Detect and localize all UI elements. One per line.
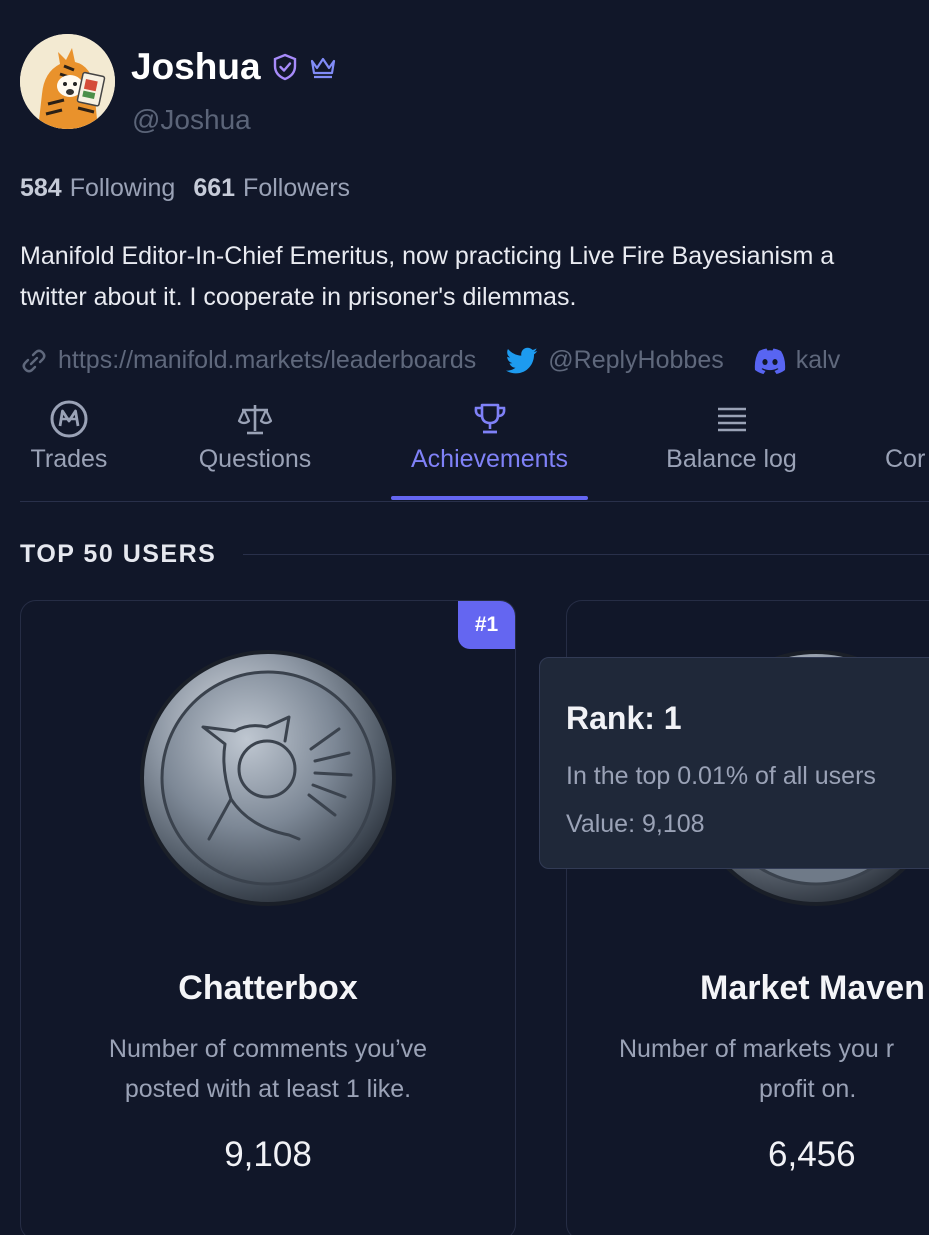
achievement-card-chatterbox[interactable]: #1 Chatterbox Number of comments you’ve … [20, 600, 516, 1235]
achievement-title: Chatterbox [178, 969, 358, 1007]
achievement-description: Number of comments you’ve posted with at… [61, 1029, 475, 1109]
chatterbox-medal-icon [139, 649, 397, 907]
tab-label: Achievements [410, 445, 569, 473]
tab-label: Questions [198, 445, 312, 473]
tab-comments[interactable]: Cor [885, 395, 929, 474]
profile-links: https://manifold.markets/leaderboards @R… [20, 346, 840, 375]
discord-link[interactable]: kalv [754, 346, 840, 375]
description-line: Number of comments you’ve [108, 1035, 428, 1063]
tab-label: Balance log [666, 445, 797, 473]
profile-page: Joshua @Joshua 584 Following 661 Followe… [0, 0, 929, 1235]
achievement-title: Market Maven [700, 969, 925, 1007]
list-icon [716, 395, 748, 443]
achievement-value: 6,456 [768, 1135, 856, 1174]
section-divider [243, 554, 929, 555]
tooltip-title: Rank: 1 [566, 700, 682, 736]
discord-icon [754, 348, 785, 374]
profile-name-text: Joshua [131, 46, 261, 87]
twitter-bird-icon [506, 347, 538, 373]
twitter-link[interactable]: @ReplyHobbes [506, 346, 724, 375]
profile-handle: @Joshua [132, 104, 251, 135]
website-link[interactable]: https://manifold.markets/leaderboards [20, 346, 476, 375]
rank-badge: #1 [458, 601, 515, 649]
followers-label: Followers [243, 174, 351, 202]
followers-count: 661 [193, 174, 236, 202]
tab-label: Cor [885, 445, 926, 473]
mana-coin-icon [49, 395, 89, 443]
profile-bio: Manifold Editor-In-Chief Emeritus, now p… [20, 236, 929, 318]
following-link[interactable]: 584 Following [20, 174, 175, 203]
tabs-divider [20, 501, 929, 502]
rank-tooltip: Rank: 1 In the top 0.01% of all users Va… [539, 657, 929, 869]
section-title: TOP 50 USERS [20, 540, 217, 568]
achievement-value: 9,108 [224, 1135, 312, 1174]
tooltip-percentile: In the top 0.01% of all users [566, 762, 876, 790]
description-line: profit on. [759, 1075, 857, 1103]
bio-line: twitter about it. I cooperate in prisone… [20, 283, 577, 311]
avatar[interactable] [20, 34, 115, 129]
link-icon [22, 349, 46, 372]
profile-name: Joshua [131, 46, 337, 88]
trophy-icon [472, 395, 508, 443]
following-label: Following [69, 174, 176, 202]
crown-icon [309, 53, 337, 81]
twitter-text: @ReplyHobbes [548, 346, 724, 374]
tab-achievements[interactable]: Achievements [391, 395, 588, 474]
scale-icon [237, 395, 273, 443]
tab-balance-log[interactable]: Balance log [660, 395, 803, 474]
tooltip-value: Value: 9,108 [566, 810, 705, 838]
bio-line: Manifold Editor-In-Chief Emeritus, now p… [20, 242, 835, 270]
description-line: posted with at least 1 like. [124, 1075, 412, 1103]
discord-text: kalv [795, 346, 841, 374]
followers-link[interactable]: 661 Followers [193, 174, 350, 203]
tab-trades[interactable]: Trades [27, 395, 111, 474]
achievement-description: Number of markets you r profit on. [567, 1029, 895, 1109]
profile-tabs: Trades Questions Achievements Balance lo… [0, 395, 929, 502]
following-count: 584 [20, 174, 62, 202]
website-text: https://manifold.markets/leaderboards [58, 346, 477, 374]
active-tab-indicator [391, 496, 588, 500]
tab-label: Trades [30, 445, 108, 473]
tab-questions[interactable]: Questions [191, 395, 319, 474]
description-line: Number of markets you r [619, 1035, 895, 1063]
follow-stats: 584 Following 661 Followers [20, 174, 350, 203]
verified-shield-icon [271, 53, 299, 81]
